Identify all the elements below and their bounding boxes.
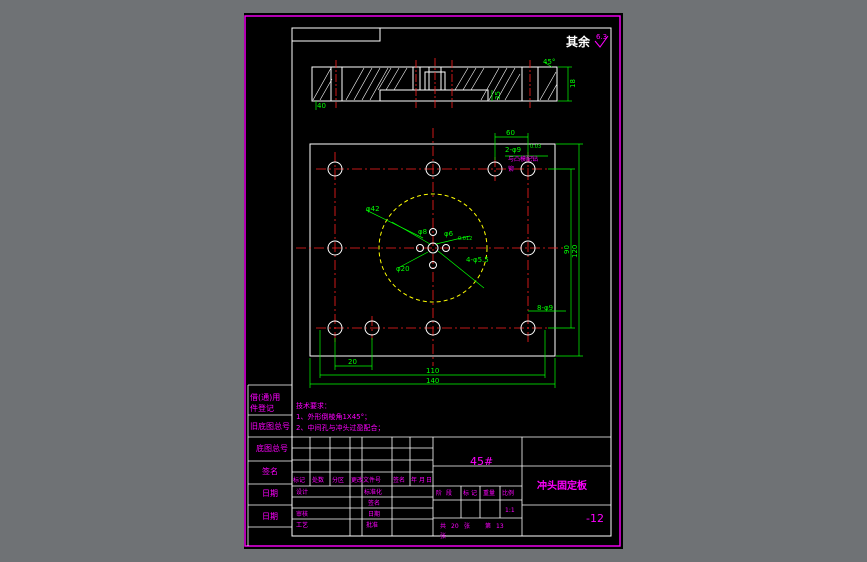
sheet-total-value: 20	[451, 523, 459, 530]
dim-section-mid: 35	[494, 91, 502, 100]
dim-dowel-tolerance: 0.03	[530, 144, 541, 150]
tech-note-1: 1、外形倒棱角1X45°；	[296, 412, 371, 421]
side-label-date-1: 日期	[262, 489, 278, 498]
dim-circle-large: φ42	[366, 205, 380, 213]
approve-label-date: 日期	[368, 510, 380, 518]
scale-label: 比例	[502, 489, 514, 497]
roughness-label: 其余	[566, 34, 591, 49]
dim-center-hole: φ6	[444, 230, 454, 238]
sheet-current-value: 13	[496, 523, 504, 530]
dim-left-offset: 20	[348, 358, 357, 366]
side-label-register: 件登记	[250, 403, 274, 413]
scale-value: 1:1	[505, 507, 515, 514]
dim-hole-offset: 60	[506, 129, 515, 137]
rev-label-doc: 更改文件号	[351, 476, 381, 484]
mark-label-2: 记	[471, 490, 477, 497]
cad-viewport[interactable]: 其余 6.3 18 45° 40 35 60 2-φ9 0.03 与凸模配钻 铆…	[0, 0, 867, 562]
rev-label-count: 处数	[312, 476, 324, 484]
rev-label-year: 年	[411, 476, 417, 484]
weight-label: 重量	[483, 489, 495, 497]
sheet-current-label: 第	[485, 522, 491, 530]
sheet-total-label: 共	[440, 522, 446, 530]
sheet-suffix: 张	[440, 532, 446, 540]
dim-height-inner: 90	[563, 245, 571, 254]
rev-label-day: 日	[426, 477, 432, 484]
standard-label-approve: 批准	[366, 521, 378, 529]
dim-side-holes: 8-φ9	[537, 304, 553, 312]
mark-label-1: 标	[463, 489, 469, 497]
drawing-sheet	[244, 13, 623, 549]
staff-label-process: 工艺	[296, 521, 308, 529]
dim-width-outer: 140	[426, 377, 439, 385]
note-dowel-process: 与凸模配钻	[508, 155, 538, 163]
dim-circle-small: φ20	[396, 265, 410, 273]
dim-dowel-holes: 2-φ9	[505, 146, 521, 154]
dim-small-holes: 4-φ5.5	[466, 256, 489, 264]
dim-circle-mid: φ8	[418, 228, 427, 236]
rev-label-month: 月	[419, 477, 425, 484]
material-label: 45#	[470, 455, 493, 468]
staff-label-review: 审核	[296, 510, 308, 518]
tech-note-2: 2、中间孔与冲头过盈配合；	[296, 423, 384, 432]
dim-width-inner: 110	[426, 367, 439, 375]
side-label-signature: 签名	[262, 466, 278, 476]
part-name: 冲头固定板	[537, 479, 588, 492]
staff-label-design: 设计	[296, 488, 308, 496]
rev-label-mark: 标记	[293, 476, 305, 484]
note-dowel-tag: 铆	[508, 165, 514, 173]
dim-center-tolerance: 0.012	[458, 236, 472, 242]
drawing-number: -12	[586, 512, 604, 525]
side-label-base: 底图总号	[256, 443, 288, 453]
dim-section-left: 40	[317, 102, 326, 110]
tech-requirements-title: 技术要求：	[296, 401, 331, 410]
rev-label-zone: 分区	[332, 476, 344, 484]
approve-label-sign: 签名	[368, 499, 380, 507]
side-label-borrowed: 借(通)用	[250, 392, 280, 402]
standard-label-norm: 标准化	[364, 488, 382, 496]
side-label-old-base: 旧底图总号	[250, 421, 290, 431]
side-label-date-2: 日期	[262, 512, 278, 521]
rev-label-sign: 签名	[393, 476, 405, 484]
dim-height-outer: 120	[571, 245, 579, 258]
dim-section-height: 18	[569, 79, 577, 88]
stage-label-2: 段	[446, 489, 452, 497]
dim-section-chamfer: 45°	[543, 58, 555, 66]
sheet-unit: 张	[464, 522, 470, 530]
stage-label-1: 阶	[436, 489, 442, 497]
